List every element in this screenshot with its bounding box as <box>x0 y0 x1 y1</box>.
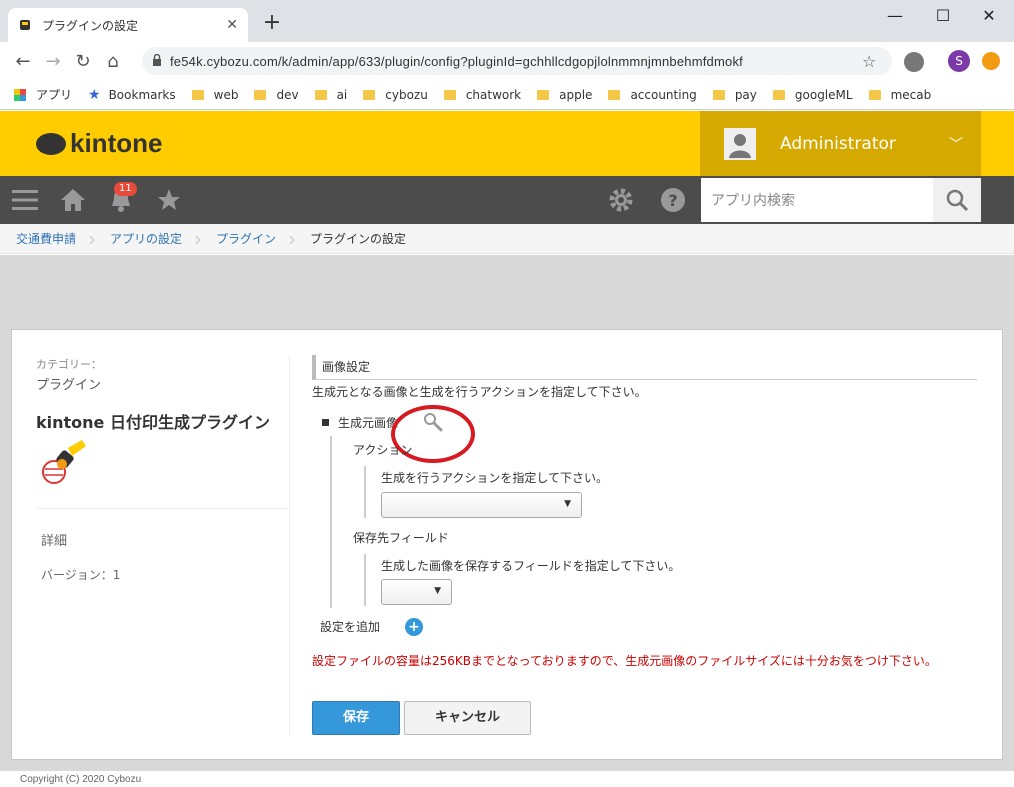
group-indent-line <box>364 554 366 606</box>
minimize-button[interactable]: — <box>872 4 918 28</box>
profile-avatar[interactable]: S <box>948 50 970 72</box>
folder-icon <box>537 89 550 100</box>
extension-gear-icon[interactable] <box>904 52 924 72</box>
browser-tab[interactable]: プラグインの設定 ✕ <box>8 8 248 42</box>
save-field-description: 生成した画像を保存するフィールドを指定して下さい。 <box>381 559 681 573</box>
source-image-label: 生成元画像 <box>338 416 399 430</box>
folder-icon <box>443 89 456 100</box>
save-button[interactable]: 保存 <box>312 701 400 735</box>
bookmark-folder[interactable]: web <box>191 88 238 102</box>
user-menu[interactable]: Administrator ﹀ <box>700 111 981 176</box>
section-description: 生成元となる画像と生成を行うアクションを指定して下さい。 <box>312 385 647 399</box>
bookmark-folder[interactable]: chatwork <box>443 88 521 102</box>
kintone-logo[interactable]: kintone <box>36 128 162 159</box>
menu-icon[interactable] <box>8 176 42 224</box>
kintone-logo-icon <box>36 132 66 155</box>
file-size-warning: 設定ファイルの容量は256KBまでとなっておりますので、生成元画像のファイルサイ… <box>312 654 937 668</box>
bookmark-folder[interactable]: pay <box>712 88 757 102</box>
bookmark-folder[interactable]: googleML <box>772 88 853 102</box>
group-indent-line <box>364 466 366 518</box>
tab-title: プラグインの設定 <box>42 18 139 33</box>
breadcrumb: 交通費申請 › アプリの設定 › プラグイン › プラグインの設定 <box>0 224 1014 254</box>
chevron-down-icon: ﹀ <box>949 136 963 153</box>
help-icon[interactable]: ? <box>658 176 688 224</box>
bookmarks-bar: アプリ ★ Bookmarks web dev ai cybozu chatwo… <box>0 80 1014 110</box>
breadcrumb-current: プラグインの設定 <box>310 232 407 246</box>
save-field-label: 保存先フィールド <box>353 531 449 545</box>
bookmark-folder[interactable]: apple <box>537 88 592 102</box>
add-setting-label: 設定を追加 <box>320 620 381 634</box>
folder-icon <box>772 89 785 100</box>
bookmark-apps[interactable]: アプリ <box>14 86 72 103</box>
search-icon[interactable] <box>933 178 981 222</box>
user-avatar <box>724 127 756 160</box>
close-window-button[interactable]: ✕ <box>966 4 1012 28</box>
add-setting-plus-icon[interactable]: + <box>405 618 423 636</box>
bookmark-bookmarks[interactable]: ★ Bookmarks <box>88 87 176 103</box>
app-search-input[interactable]: アプリ内検索 <box>701 178 933 222</box>
breadcrumb-separator: › <box>288 226 297 251</box>
action-label: アクション <box>353 443 413 457</box>
update-icon[interactable] <box>982 52 1000 70</box>
bookmark-folder[interactable]: ai <box>314 88 347 102</box>
back-icon[interactable]: ← <box>8 51 38 72</box>
svg-text:?: ? <box>668 191 677 210</box>
star-icon: ★ <box>88 86 101 103</box>
user-name: Administrator <box>780 133 896 154</box>
footer-copyright: Copyright (C) 2020 Cybozu <box>0 771 1014 787</box>
url-text: fe54k.cybozu.com/k/admin/app/633/plugin/… <box>170 53 743 69</box>
save-field-select[interactable]: ▼ <box>381 579 452 605</box>
folder-icon <box>314 89 327 100</box>
close-tab-icon[interactable]: ✕ <box>226 17 238 33</box>
divider <box>36 508 288 509</box>
bookmark-star-icon[interactable]: ☆ <box>862 52 892 71</box>
bookmark-folder[interactable]: mecab <box>868 88 931 102</box>
category-value: プラグイン <box>36 378 102 393</box>
folder-icon <box>608 89 621 100</box>
bookmark-folder[interactable]: accounting <box>608 88 697 102</box>
home-icon[interactable] <box>58 176 88 224</box>
address-bar[interactable]: fe54k.cybozu.com/k/admin/app/633/plugin/… <box>142 47 892 75</box>
breadcrumb-separator: › <box>88 226 97 251</box>
notification-badge: 11 <box>114 182 137 196</box>
plugin-name: kintone 日付印生成プラグイン <box>36 413 270 432</box>
plugin-version: バージョン：1 <box>41 568 121 582</box>
settings-gear-icon[interactable] <box>606 176 636 224</box>
bullet-square-icon <box>322 419 329 426</box>
home-icon[interactable]: ⌂ <box>98 51 128 72</box>
vertical-divider <box>289 355 290 735</box>
date-stamp-plugin-icon <box>40 438 88 486</box>
kintone-favicon-icon <box>18 18 32 32</box>
bookmark-folder[interactable]: cybozu <box>363 88 428 102</box>
category-label: カテゴリー： <box>36 358 102 371</box>
forward-icon[interactable]: → <box>38 51 68 72</box>
reload-icon[interactable]: ↻ <box>68 51 98 72</box>
section-title: 画像設定 <box>312 355 977 380</box>
action-description: 生成を行うアクションを指定して下さい。 <box>381 471 609 485</box>
dropdown-arrow-icon: ▼ <box>564 499 571 509</box>
dropdown-arrow-icon: ▼ <box>434 586 441 596</box>
folder-icon <box>191 89 204 100</box>
lock-icon <box>152 53 170 69</box>
folder-icon <box>868 89 881 100</box>
breadcrumb-item[interactable]: プラグイン <box>216 230 276 247</box>
action-select[interactable]: ▼ <box>381 492 582 518</box>
breadcrumb-item[interactable]: アプリの設定 <box>110 230 182 247</box>
source-image-row: 生成元画像 <box>322 414 398 431</box>
group-indent-line <box>330 436 332 608</box>
detail-link[interactable]: 詳細 <box>41 530 67 549</box>
cancel-button[interactable]: キャンセル <box>404 701 531 735</box>
breadcrumb-item[interactable]: 交通費申請 <box>16 230 76 247</box>
folder-icon <box>363 89 376 100</box>
favorites-star-icon[interactable] <box>154 176 184 224</box>
bookmark-folder[interactable]: dev <box>254 88 299 102</box>
folder-icon <box>712 89 725 100</box>
folder-icon <box>254 89 267 100</box>
apps-grid-icon <box>14 88 26 101</box>
new-tab-button[interactable]: + <box>262 10 282 35</box>
maximize-button[interactable]: ☐ <box>920 4 966 28</box>
breadcrumb-separator: › <box>194 226 203 251</box>
